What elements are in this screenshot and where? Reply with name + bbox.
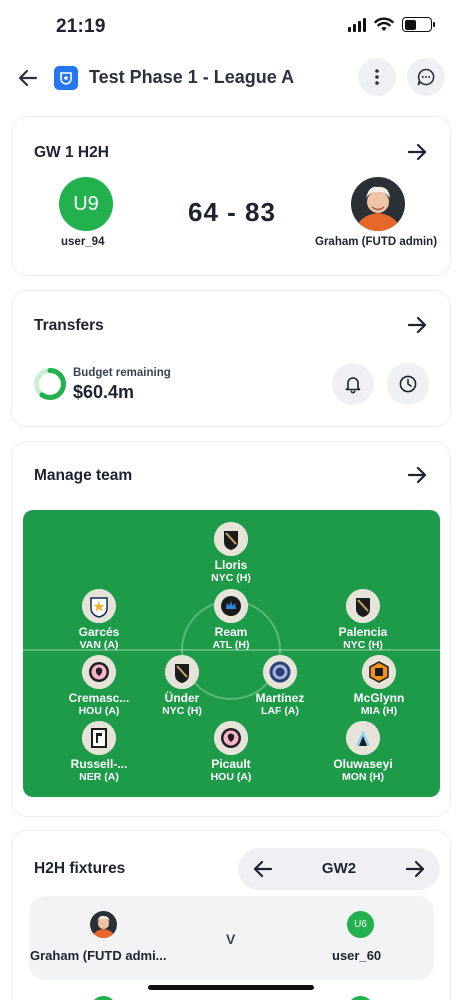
player-fixture: ATL (H) xyxy=(212,639,250,651)
player-fixture: NYC (H) xyxy=(162,705,202,717)
player-name: Russell-... xyxy=(70,757,128,771)
manage-team-title: Manage team xyxy=(34,467,133,484)
player-name: Ream xyxy=(214,625,248,639)
status-time: 21:19 xyxy=(56,16,106,37)
player-fixture: MON (H) xyxy=(342,771,384,783)
player-slot[interactable]: McGlynn MIA (H) xyxy=(329,655,429,717)
page-title: Test Phase 1 - League A xyxy=(89,67,295,87)
status-bar: 21:19 xyxy=(0,0,462,54)
wifi-icon xyxy=(374,17,394,31)
chat-bubble-icon xyxy=(417,68,435,86)
minnesota-icon xyxy=(346,721,380,755)
battery-icon xyxy=(402,17,435,32)
clock-icon xyxy=(399,375,417,393)
player-name: Oluwaseyi xyxy=(333,757,393,771)
player-slot[interactable]: Palencia NYC (H) xyxy=(313,589,413,651)
fixture-away-name: user_60 xyxy=(332,948,382,963)
notifications-button[interactable] xyxy=(332,363,374,405)
budget-value: $60.4m xyxy=(73,382,135,402)
lafc-icon xyxy=(346,589,380,623)
columbus-icon xyxy=(82,721,116,755)
home-indicator xyxy=(148,985,314,990)
miami-icon xyxy=(214,721,248,755)
lafc-icon xyxy=(214,522,248,556)
charlotte-icon xyxy=(214,589,248,623)
next-fixture-avatar xyxy=(347,996,374,1000)
chat-button[interactable] xyxy=(407,58,445,96)
player-name: Garcés xyxy=(78,625,120,639)
player-fixture: NYC (H) xyxy=(343,639,383,651)
more-options-button[interactable] xyxy=(358,58,396,96)
transfers-title: Transfers xyxy=(34,317,104,334)
player-fixture: MIA (H) xyxy=(360,705,398,717)
player-name: Palencia xyxy=(338,625,388,639)
player-fixture: LAF (A) xyxy=(261,705,299,717)
away-user-name: Graham (FUTD admin) xyxy=(315,236,438,248)
player-slot[interactable]: Picault HOU (A) xyxy=(181,721,281,783)
player-fixture: NER (A) xyxy=(79,771,119,783)
h2h-fixtures-card: H2H fixtures GW2 Graham (FUTD admi... V … xyxy=(11,830,451,1000)
player-name: Ünder xyxy=(164,691,200,705)
pitch[interactable]: Lloris NYC (H) Garcés VAN (A) Ream ATL (H) Pal… xyxy=(23,510,440,797)
player-slot[interactable]: Ream ATL (H) xyxy=(181,589,281,651)
back-arrow-icon[interactable] xyxy=(16,66,40,90)
player-slot[interactable]: Martínez LAF (A) xyxy=(230,655,330,717)
h2h-title: GW 1 H2H xyxy=(34,144,109,161)
player-fixture: HOU (A) xyxy=(210,771,252,783)
player-slot[interactable]: Garcés VAN (A) xyxy=(49,589,149,651)
budget-ring-icon xyxy=(34,368,66,400)
budget-label: Budget remaining xyxy=(73,367,171,379)
miami-icon xyxy=(82,655,116,689)
arrow-right-icon[interactable] xyxy=(406,464,428,486)
player-slot[interactable]: Ünder NYC (H) xyxy=(132,655,232,717)
bell-icon xyxy=(345,377,361,394)
next-fixture-avatar xyxy=(90,996,117,1000)
player-slot[interactable]: Lloris NYC (H) xyxy=(181,522,281,584)
transfers-card[interactable]: Transfers Budget remaining $60.4m xyxy=(11,290,451,427)
lafc-icon xyxy=(165,655,199,689)
arrow-right-icon[interactable] xyxy=(404,858,426,880)
signal-icon xyxy=(348,17,366,32)
player-fixture: NYC (H) xyxy=(211,572,251,584)
h2h-card[interactable]: GW 1 H2H U9 user_94 64 - 83 Graham (FUTD… xyxy=(11,116,451,276)
player-name: Martínez xyxy=(255,691,305,705)
player-slot[interactable]: Oluwaseyi MON (H) xyxy=(313,721,413,783)
more-vertical-icon xyxy=(375,69,379,85)
houston-icon xyxy=(362,655,396,689)
league-logo-icon xyxy=(54,66,78,90)
galaxy-icon xyxy=(82,589,116,623)
away-user-avatar xyxy=(351,177,405,231)
player-name: Picault xyxy=(211,757,251,771)
arrow-right-icon[interactable] xyxy=(406,141,428,163)
player-fixture: VAN (A) xyxy=(79,639,119,651)
arrow-right-icon[interactable] xyxy=(406,314,428,336)
status-icons xyxy=(348,17,435,32)
gameweek-navigator: GW2 xyxy=(238,848,440,890)
home-user-name: user_94 xyxy=(61,236,105,248)
fixture-row[interactable]: Graham (FUTD admi... V U6 user_60 xyxy=(29,896,434,980)
atlanta-icon xyxy=(263,655,297,689)
fixture-home-avatar xyxy=(90,911,117,938)
player-slot[interactable]: Russell-... NER (A) xyxy=(49,721,149,783)
fixture-versus: V xyxy=(226,931,236,947)
app-header: Test Phase 1 - League A xyxy=(0,56,462,100)
manage-team-card[interactable]: Manage team Lloris NYC (H) Garcés VAN (A) Re… xyxy=(11,441,451,817)
player-name: Lloris xyxy=(214,558,248,572)
player-name: McGlynn xyxy=(353,691,405,705)
history-button[interactable] xyxy=(387,363,429,405)
fixture-away-avatar: U6 xyxy=(347,911,374,938)
fixtures-title: H2H fixtures xyxy=(34,860,126,877)
fixture-home-name: Graham (FUTD admi... xyxy=(30,948,167,963)
